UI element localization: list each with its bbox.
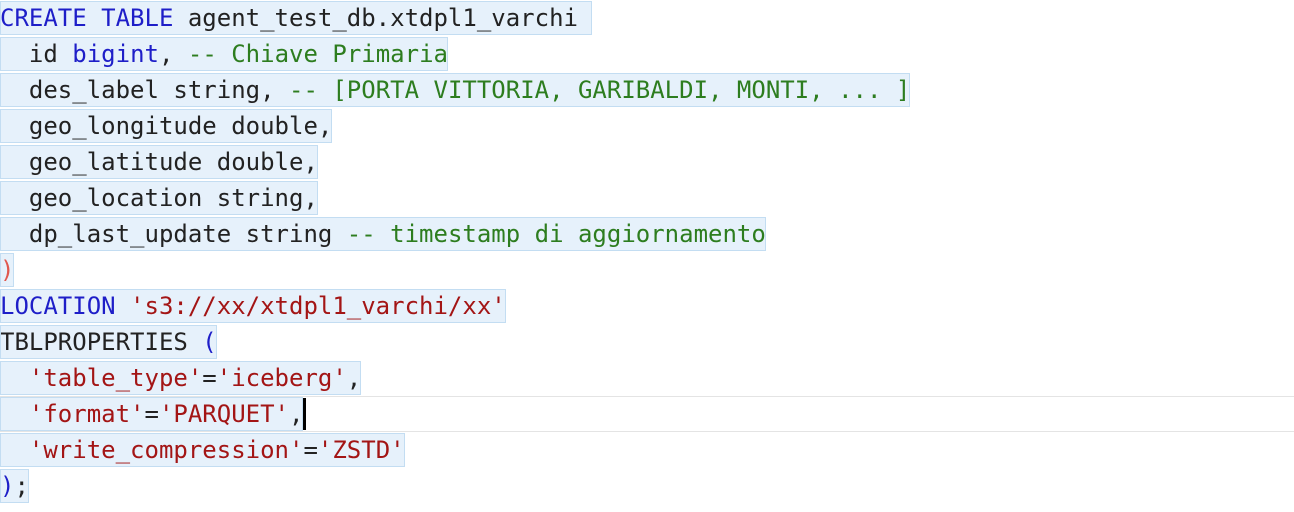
code-line-5: geo_latitude double, <box>0 144 1294 180</box>
code-line-9: LOCATION 's3://xx/xtdpl1_varchi/xx' <box>0 288 1294 324</box>
code-line-1: CREATE TABLE agent_test_db.xtdpl1_varchi <box>0 0 1294 36</box>
semicolon: ; <box>14 472 29 500</box>
code-line-7: dp_last_update string -- timestamp di ag… <box>0 216 1294 252</box>
comma-separator: , <box>346 364 362 392</box>
code-line-2: id bigint, -- Chiave Primaria <box>0 36 1294 72</box>
selection-highlight: ); <box>0 469 29 503</box>
opening-paren: ( <box>202 328 217 356</box>
code-line-3: des_label string, -- [PORTA VITTORIA, GA… <box>0 72 1294 108</box>
code-line-4: geo_longitude double, <box>0 108 1294 144</box>
code-line-13: 'write_compression'='ZSTD' <box>0 432 1294 468</box>
code-line-10: TBLPROPERTIES ( <box>0 324 1294 360</box>
text-cursor <box>303 398 307 430</box>
equals-sign: = <box>144 400 159 428</box>
column-geo-latitude: geo_latitude double, <box>28 148 318 176</box>
keyword-tblproperties: TBLPROPERTIES <box>0 328 203 356</box>
property-value-zstd: 'ZSTD' <box>317 436 405 464</box>
comment-des-label-values: -- [PORTA VITTORIA, GARIBALDI, MONTI, ..… <box>289 76 911 104</box>
sql-editor[interactable]: CREATE TABLE agent_test_db.xtdpl1_varchi… <box>0 0 1294 512</box>
table-name: agent_test_db.xtdpl1_varchi <box>173 4 578 32</box>
selection-highlight: TBLPROPERTIES ( <box>0 325 217 359</box>
code-line-6: geo_location string, <box>0 180 1294 216</box>
selection-highlight: geo_latitude double, <box>0 145 318 179</box>
closing-paren: ) <box>0 256 15 284</box>
selection-highlight: ) <box>0 253 15 287</box>
comma-separator: , <box>289 400 304 428</box>
keyword-location: LOCATION <box>0 292 116 320</box>
equals-sign: = <box>303 436 318 464</box>
column-geo-longitude: geo_longitude double, <box>28 112 333 140</box>
equals-sign: = <box>202 364 217 392</box>
column-dp-last-update: dp_last_update string <box>28 220 347 248</box>
selection-highlight: id bigint, -- Chiave Primaria <box>0 37 448 71</box>
property-key-write-compression: 'write_compression' <box>28 436 304 464</box>
selection-highlight: 'write_compression'='ZSTD' <box>0 433 405 467</box>
comment-chiave-primaria: -- Chiave Primaria <box>187 40 448 68</box>
selection-highlight: geo_location string, <box>0 181 318 215</box>
column-id: id <box>28 40 73 68</box>
column-geo-location: geo_location string, <box>28 184 318 212</box>
selection-highlight: LOCATION 's3://xx/xtdpl1_varchi/xx' <box>0 289 506 323</box>
type-bigint: bigint <box>72 40 159 68</box>
code-line-11: 'table_type'='iceberg', <box>0 360 1294 396</box>
location-string: 's3://xx/xtdpl1_varchi/xx' <box>130 292 506 320</box>
column-des-label: des_label string, <box>28 76 289 104</box>
closing-paren: ) <box>0 472 15 500</box>
comment-timestamp: -- timestamp di aggiornamento <box>346 220 766 248</box>
property-value-parquet: 'PARQUET' <box>158 400 289 428</box>
property-value-iceberg: 'iceberg' <box>216 364 347 392</box>
selection-highlight: CREATE TABLE agent_test_db.xtdpl1_varchi <box>0 1 593 35</box>
comma-separator: , <box>158 40 188 68</box>
selection-highlight: des_label string, -- [PORTA VITTORIA, GA… <box>0 73 911 107</box>
code-line-12-current[interactable]: 'format'='PARQUET', <box>0 396 1294 432</box>
property-key-format: 'format' <box>28 400 145 428</box>
selection-highlight: dp_last_update string -- timestamp di ag… <box>0 217 766 251</box>
selection-highlight: 'format'='PARQUET', <box>0 397 304 431</box>
property-key-table-type: 'table_type' <box>28 364 203 392</box>
keyword-create-table: CREATE TABLE <box>0 4 174 32</box>
selection-highlight: 'table_type'='iceberg', <box>0 361 362 395</box>
code-line-14: ); <box>0 468 1294 504</box>
code-line-8: ) <box>0 252 1294 288</box>
selection-highlight: geo_longitude double, <box>0 109 333 143</box>
